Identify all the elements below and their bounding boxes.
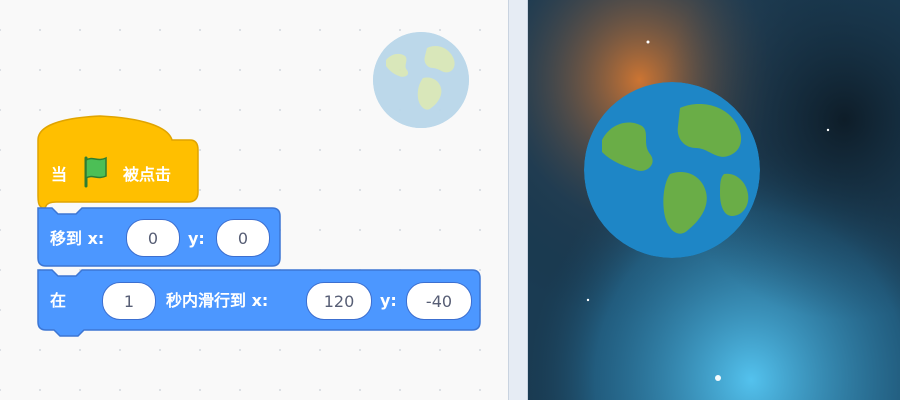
script-area[interactable]: 当 被点击 移到 x: y: 在 秒内滑行到 x: y: 0 0 1 120 -… (0, 0, 509, 400)
block-stack: 当 被点击 移到 x: y: 在 秒内滑行到 x: y: (37, 115, 481, 337)
glide-middle-label: 秒内滑行到 x: (166, 291, 268, 310)
hat-prefix: 当 (51, 165, 67, 184)
goto-label: 移到 x: (50, 229, 104, 248)
hat-suffix: 被点击 (123, 165, 171, 184)
glide-x-input[interactable]: 120 (306, 282, 372, 320)
earth-sprite[interactable] (584, 82, 760, 258)
glide-seconds-input[interactable]: 1 (102, 282, 156, 320)
glide-y-input[interactable]: -40 (406, 282, 472, 320)
earth-icon (584, 82, 760, 258)
pane-divider[interactable] (508, 0, 528, 400)
goto-y-input[interactable]: 0 (216, 219, 270, 257)
glide-prefix: 在 (50, 291, 66, 310)
glide-y-label: y: (380, 291, 397, 310)
goto-x-input[interactable]: 0 (126, 219, 180, 257)
goto-y-label: y: (188, 229, 205, 248)
when-flag-clicked-block[interactable]: 当 被点击 (37, 115, 199, 212)
